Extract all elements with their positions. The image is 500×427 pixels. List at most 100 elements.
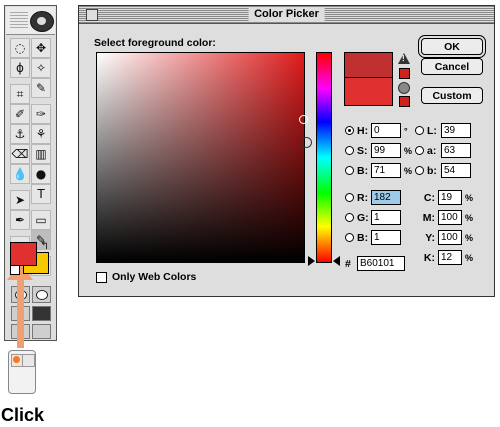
original-color-swatch[interactable] <box>344 78 393 106</box>
toolbox-header[interactable] <box>6 7 55 35</box>
lasso-icon[interactable]: ϕ <box>10 58 30 78</box>
hue-field[interactable] <box>371 123 401 138</box>
lab-a-field[interactable] <box>441 143 471 158</box>
color-field-cursor[interactable] <box>301 137 312 148</box>
lab-l-row: L: <box>415 122 471 139</box>
saturation-row: S: % <box>345 142 412 159</box>
hue-slider-right-handle[interactable] <box>333 256 340 266</box>
blur-icon[interactable]: 💧 <box>10 164 30 184</box>
mouse-right-button <box>22 354 35 367</box>
green-field[interactable] <box>371 210 401 225</box>
mouse-icon <box>8 350 36 394</box>
web-colors-row: Only Web Colors <box>96 271 196 283</box>
cyan-field[interactable] <box>438 190 462 205</box>
saturation-radio[interactable] <box>345 146 354 155</box>
black-field[interactable] <box>438 250 462 265</box>
web-safe-swatch[interactable] <box>399 96 410 107</box>
yellow-label: Y: <box>425 231 435 244</box>
eyedropper-slice-icon[interactable]: ✎ <box>31 78 51 98</box>
color-field-marker[interactable] <box>299 115 308 124</box>
dialog-title: Color Picker <box>248 7 325 21</box>
yellow-unit: % <box>465 232 474 243</box>
marquee-icon[interactable]: ◌ <box>10 38 30 58</box>
hex-field[interactable] <box>357 256 405 271</box>
blue-row: B: <box>345 229 401 246</box>
cancel-button[interactable]: Cancel <box>421 58 483 75</box>
lab-l-field[interactable] <box>441 123 471 138</box>
magic-wand-icon[interactable]: ✧ <box>31 58 51 78</box>
red-label: R: <box>357 191 369 204</box>
crop-icon[interactable]: ⌗ <box>10 84 30 104</box>
shape-icon[interactable]: ▭ <box>31 210 51 230</box>
lab-a-row: a: <box>415 142 471 159</box>
ok-button[interactable]: OK <box>421 38 483 55</box>
green-radio[interactable] <box>345 213 354 222</box>
hex-label: # <box>345 257 351 270</box>
hue-slider-left-handle[interactable] <box>308 256 315 266</box>
lab-l-label: L: <box>427 124 437 137</box>
hue-slider[interactable] <box>316 52 332 263</box>
default-colors-icon[interactable] <box>10 265 20 275</box>
lab-a-radio[interactable] <box>415 146 424 155</box>
color-field[interactable] <box>96 52 308 263</box>
lab-b-field[interactable] <box>441 163 471 178</box>
stamp-icon[interactable]: ⚓ <box>10 124 30 144</box>
history-brush-icon[interactable]: ⚘ <box>31 124 51 144</box>
brightness-row: B: % <box>345 162 412 179</box>
dodge-icon[interactable]: ● <box>31 164 51 184</box>
blue-field[interactable] <box>371 230 401 245</box>
green-label: G: <box>357 211 369 224</box>
imageready-button[interactable] <box>32 323 51 339</box>
yellow-field[interactable] <box>438 230 462 245</box>
gamut-correction-swatch[interactable] <box>399 68 410 79</box>
magenta-row: M: % <box>419 209 473 226</box>
screen-mode-full-button[interactable] <box>32 306 51 321</box>
brightness-radio[interactable] <box>345 166 354 175</box>
saturation-field[interactable] <box>371 143 401 158</box>
close-box-icon[interactable] <box>86 9 98 21</box>
hue-label: H: <box>357 124 369 137</box>
brightness-field[interactable] <box>371 163 401 178</box>
type-icon[interactable]: T <box>31 184 51 204</box>
lab-b-label: b: <box>427 164 437 177</box>
red-field[interactable] <box>371 190 401 205</box>
black-row: K: % <box>419 249 473 266</box>
custom-button[interactable]: Custom <box>421 87 483 104</box>
paintbrush-icon[interactable]: ✑ <box>31 104 51 124</box>
cyan-row: C: % <box>419 189 473 206</box>
lab-b-row: b: <box>415 162 471 179</box>
move-icon[interactable]: ✥ <box>31 38 51 58</box>
title-bar[interactable]: Color Picker <box>79 6 494 24</box>
lab-b-radio[interactable] <box>415 166 424 175</box>
magenta-unit: % <box>465 212 474 223</box>
path-select-icon[interactable]: ➤ <box>10 190 30 210</box>
eraser-icon[interactable]: ⌫ <box>10 144 30 164</box>
airbrush-icon[interactable]: ✐ <box>10 104 30 124</box>
swap-colors-icon[interactable]: ↰ <box>40 239 49 252</box>
click-label: Click <box>1 405 45 425</box>
blue-radio[interactable] <box>345 233 354 242</box>
hue-radio[interactable] <box>345 126 354 135</box>
gradient-icon[interactable]: ▥ <box>31 144 51 164</box>
lab-l-radio[interactable] <box>415 126 424 135</box>
photoshop-eye-icon[interactable] <box>30 11 54 32</box>
yellow-row: Y: % <box>419 229 473 246</box>
magenta-label: M: <box>422 211 435 224</box>
black-unit: % <box>465 252 474 263</box>
brightness-label: B: <box>357 164 369 177</box>
blue-label: B: <box>357 231 369 244</box>
cyan-unit: % <box>465 192 474 203</box>
new-color-swatch <box>344 52 393 78</box>
quickmask-mode-button[interactable] <box>32 286 51 303</box>
red-radio[interactable] <box>345 193 354 202</box>
prompt-label: Select foreground color: <box>94 37 216 49</box>
toolbox-drag-bar[interactable] <box>10 12 28 28</box>
toolbox-palette: ◌✥ϕ✧⌗✎✐✑⚓⚘⌫▥💧●➤T✒▭▤✎✋🔍 ↰ <box>4 5 57 341</box>
green-row: G: <box>345 209 401 226</box>
foreground-color-swatch[interactable] <box>10 242 37 266</box>
saturation-label: S: <box>357 144 368 157</box>
magenta-field[interactable] <box>438 210 462 225</box>
hex-row: # <box>345 255 405 272</box>
pen-icon[interactable]: ✒ <box>10 210 30 230</box>
web-colors-checkbox[interactable] <box>96 271 107 283</box>
